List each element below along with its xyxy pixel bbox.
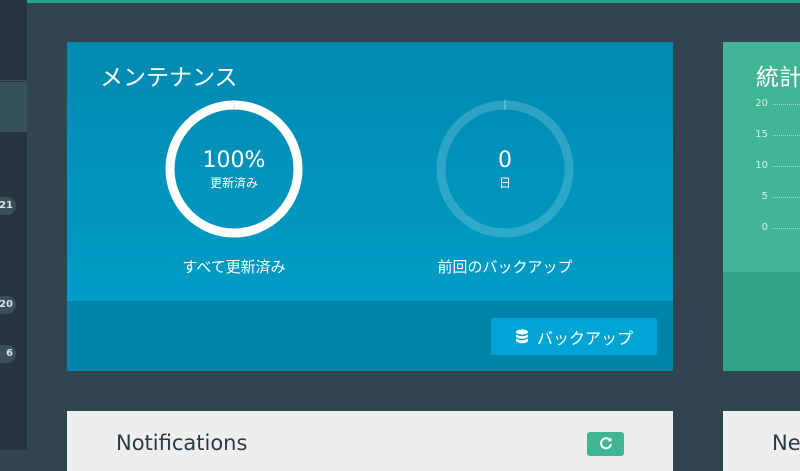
y-tick-label: 15 bbox=[755, 129, 768, 140]
gridline bbox=[773, 166, 800, 167]
backup-gauge-unit: 日 bbox=[498, 176, 511, 190]
gridline bbox=[773, 135, 800, 136]
news-panel: Ne bbox=[723, 411, 800, 471]
maintenance-panel: メンテナンス 100% 更新済み すべて更新済み 0 日 前回のバックアップ バ… bbox=[67, 42, 673, 371]
y-tick-label: 0 bbox=[761, 222, 768, 233]
sidebar-badge: 20 bbox=[0, 296, 16, 314]
backup-button[interactable]: バックアップ bbox=[491, 318, 657, 355]
notifications-panel: Notifications bbox=[67, 411, 673, 471]
updates-gauge-value: 100% bbox=[202, 148, 266, 173]
notifications-title: Notifications bbox=[116, 431, 248, 455]
y-tick-label: 20 bbox=[755, 98, 768, 109]
updates-gauge-unit: 更新済み bbox=[209, 176, 258, 190]
sidebar-item-active[interactable] bbox=[0, 82, 27, 132]
database-icon bbox=[515, 329, 529, 345]
gridline bbox=[773, 104, 800, 105]
y-tick-label: 5 bbox=[761, 191, 768, 202]
updates-gauge-caption: すべて更新済み bbox=[182, 258, 286, 276]
backup-gauge: 0 日 bbox=[435, 99, 575, 239]
sidebar: 21 20 6 bbox=[0, 0, 27, 450]
y-tick-label: 10 bbox=[755, 160, 768, 171]
backup-gauge-value: 0 bbox=[498, 148, 512, 173]
maintenance-title: メンテナンス bbox=[100, 65, 238, 91]
sidebar-divider bbox=[0, 80, 27, 81]
refresh-button[interactable] bbox=[587, 432, 624, 456]
sidebar-badge: 6 bbox=[0, 345, 16, 363]
sidebar-badge: 21 bbox=[0, 197, 16, 215]
refresh-icon bbox=[599, 435, 613, 454]
stats-panel: 統計 20 15 10 5 0 bbox=[723, 42, 800, 371]
stats-chart-area: 統計 20 15 10 5 0 bbox=[723, 42, 800, 272]
top-accent-bar bbox=[27, 0, 800, 3]
updates-gauge: 100% 更新済み bbox=[164, 99, 304, 239]
backup-button-label: バックアップ bbox=[536, 328, 633, 348]
backup-gauge-caption: 前回のバックアップ bbox=[437, 258, 573, 276]
gridline bbox=[773, 228, 800, 229]
news-title: Ne bbox=[772, 431, 800, 455]
stats-title: 統計 bbox=[756, 65, 800, 91]
stats-footer bbox=[723, 272, 800, 371]
gridline bbox=[773, 197, 800, 198]
maintenance-footer: バックアップ bbox=[67, 301, 673, 371]
